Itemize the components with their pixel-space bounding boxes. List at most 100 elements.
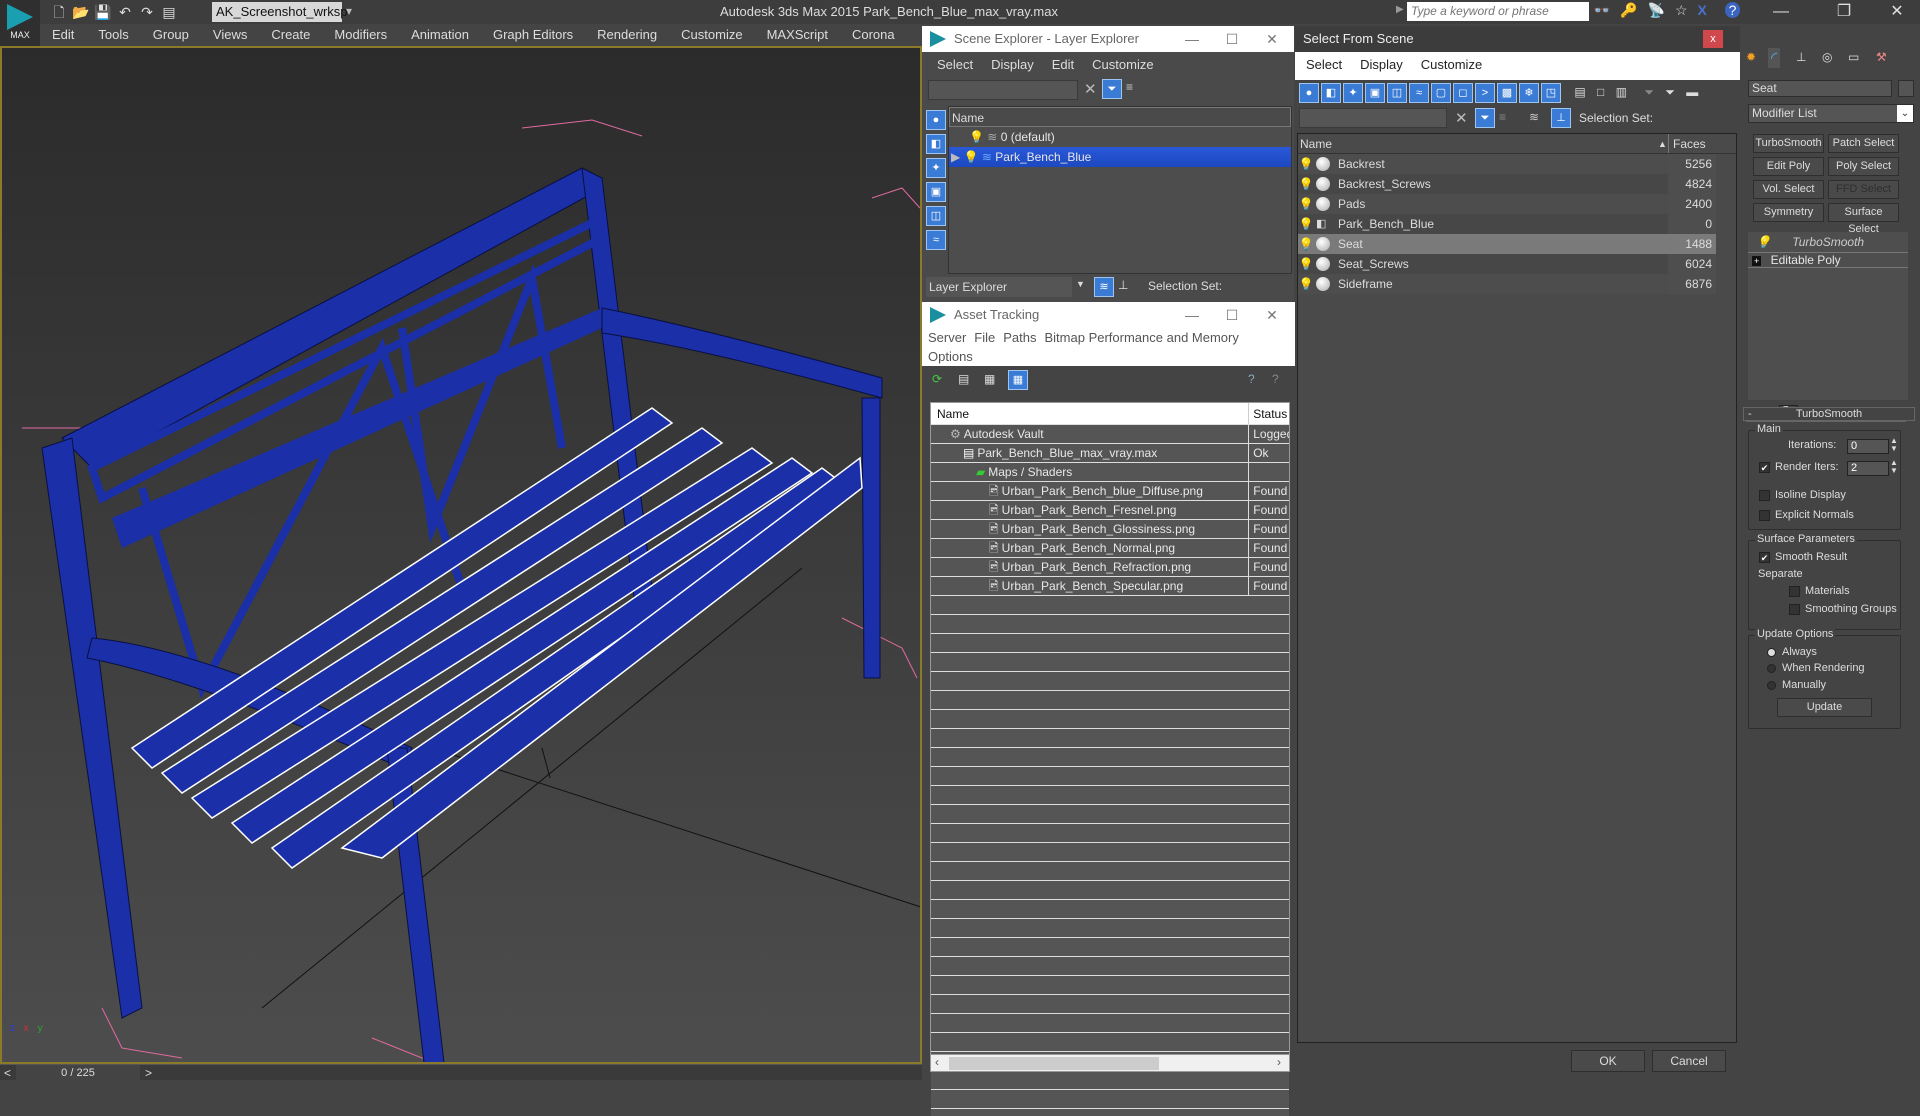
perspective-viewport[interactable]: [+] [Perspective ] [Shaded + Edged Faces…	[0, 46, 922, 1064]
smooth-result-checkbox[interactable]: ✔ Smooth Result	[1759, 551, 1847, 563]
lights-filter-icon[interactable]: ✦	[1343, 83, 1363, 103]
menu-display[interactable]: Display	[982, 52, 1043, 78]
menu-edit[interactable]: Edit	[1043, 52, 1083, 78]
column-header-status[interactable]: Status	[1249, 403, 1289, 424]
cameras-filter-icon[interactable]: ▣	[1365, 83, 1385, 103]
help-icon[interactable]: ?	[1272, 372, 1279, 386]
maximize-button[interactable]: ☐	[1212, 26, 1252, 52]
app-menu-button[interactable]: MAX	[0, 0, 40, 46]
visibility-bulb-icon[interactable]: 💡	[1298, 194, 1314, 214]
menu-display[interactable]: Display	[1351, 52, 1412, 78]
list-view-icon[interactable]: ▤	[958, 372, 969, 386]
frozen-filter-icon[interactable]: ❄	[1519, 83, 1539, 103]
geometry-filter-icon[interactable]: ●	[926, 110, 946, 130]
iterations-spinner[interactable]: 0	[1847, 439, 1889, 454]
layer-row[interactable]: 💡 ≋ 0 (default)	[949, 127, 1291, 147]
menu-customize[interactable]: Customize	[669, 24, 754, 46]
object-row[interactable]: 💡 Pads 2400	[1298, 194, 1736, 214]
open-file-icon[interactable]: 📂	[72, 3, 90, 21]
shapes-filter-icon[interactable]: ◧	[1321, 83, 1341, 103]
menu-maxscript[interactable]: MAXScript	[755, 24, 840, 46]
asset-row[interactable]: 🖻 Urban_Park_Bench_Glossiness.png Found	[931, 520, 1289, 539]
select-invert-icon[interactable]: ▥	[1616, 85, 1627, 99]
visibility-bulb-icon[interactable]: 💡	[969, 130, 984, 144]
motion-tab-icon[interactable]: ◎	[1822, 50, 1832, 64]
menu-select[interactable]: Select	[1297, 52, 1351, 78]
spacewarps-filter-icon[interactable]: ≈	[926, 230, 946, 250]
scroll-left-icon[interactable]: ‹	[935, 1055, 939, 1069]
utilities-tab-icon[interactable]: ⚒	[1876, 50, 1887, 64]
new-file-icon[interactable]: 🗋	[50, 3, 68, 21]
prev-frame-button[interactable]: <	[4, 1065, 11, 1081]
select-from-scene-title-bar[interactable]: Select From Scene	[1295, 26, 1740, 52]
visibility-bulb-icon[interactable]: 💡	[1298, 234, 1314, 254]
minimize-button[interactable]: —	[1758, 0, 1804, 24]
filter-icon[interactable]: ⏷	[1102, 79, 1122, 99]
asset-row[interactable]: ▰ Maps / Shaders	[931, 463, 1289, 482]
minimize-button[interactable]: —	[1172, 302, 1212, 328]
expand-search-icon[interactable]: ▶	[1396, 4, 1404, 15]
modifier-list-dropdown[interactable]: Modifier List ⌄	[1748, 104, 1914, 123]
helpers-filter-icon[interactable]: ◫	[1387, 83, 1407, 103]
visibility-bulb-icon[interactable]: 💡	[1298, 254, 1314, 274]
asset-row[interactable]: ▤ Park_Bench_Blue_max_vray.max Ok	[931, 444, 1289, 463]
visibility-bulb-icon[interactable]: 💡	[1298, 214, 1314, 234]
xrefs-filter-icon[interactable]: ◻	[1453, 83, 1473, 103]
customize-qa-icon[interactable]: ▾	[346, 4, 352, 18]
explicit-normals-checkbox[interactable]: Explicit Normals	[1759, 509, 1854, 521]
column-header-faces[interactable]: Faces	[1668, 134, 1716, 153]
object-row[interactable]: 💡 Seat 1488	[1298, 234, 1736, 254]
menu-create[interactable]: Create	[259, 24, 322, 46]
menu-animation[interactable]: Animation	[399, 24, 481, 46]
containers-filter-icon[interactable]: ▩	[1497, 83, 1517, 103]
surface-select-button[interactable]: Surface Select	[1828, 203, 1899, 235]
vol-select-button[interactable]: Vol. Select	[1753, 180, 1824, 199]
asset-row[interactable]: 🖻 Urban_Park_Bench_Specular.png Found	[931, 577, 1289, 596]
scroll-right-icon[interactable]: ›	[1277, 1055, 1281, 1069]
column-header-name[interactable]: Name	[931, 403, 1250, 424]
redo-icon[interactable]: ↷	[138, 3, 156, 21]
always-radio[interactable]: Always	[1767, 646, 1817, 658]
find-input[interactable]	[1299, 108, 1447, 128]
menu-group[interactable]: Group	[141, 24, 201, 46]
sort-by-layer-icon[interactable]: ≋	[1094, 277, 1114, 297]
table-view-icon[interactable]: ▦	[1008, 370, 1028, 390]
clear-find-icon[interactable]: ✕	[1455, 109, 1468, 127]
isoline-display-checkbox[interactable]: Isoline Display	[1759, 489, 1846, 501]
hierarchy-icon[interactable]: ⊥	[1551, 108, 1571, 128]
geometry-filter-icon[interactable]: ●	[1299, 83, 1319, 103]
time-slider-thumb[interactable]: 0 / 225	[16, 1065, 140, 1081]
object-row[interactable]: 💡 Seat_Screws 6024	[1298, 254, 1736, 274]
close-app-button[interactable]: ✕	[1874, 0, 1920, 24]
filter-options-icon[interactable]: ⏷	[1665, 85, 1675, 99]
sort-by-layer-icon[interactable]: ≋	[1529, 110, 1539, 124]
ok-button[interactable]: OK	[1571, 1050, 1645, 1072]
layer-options-icon[interactable]: ≡	[1499, 110, 1506, 124]
workspace-dropdown[interactable]: AK_Screenshot_wrksp ▾	[212, 2, 348, 39]
select-all-icon[interactable]: ▤	[1574, 85, 1585, 99]
smoothing-groups-checkbox[interactable]: Smoothing Groups	[1789, 603, 1897, 615]
close-button[interactable]: ✕	[1252, 302, 1292, 328]
modify-tab-icon[interactable]: ◜	[1768, 48, 1781, 68]
symmetry-button[interactable]: Symmetry	[1753, 203, 1824, 222]
restore-button[interactable]: ❐	[1824, 0, 1864, 24]
object-row[interactable]: 💡 ◧ Park_Bench_Blue 0	[1298, 214, 1736, 234]
materials-checkbox[interactable]: Materials	[1789, 585, 1850, 597]
save-icon[interactable]: 💾	[94, 3, 112, 21]
project-icon[interactable]: ▤	[160, 3, 178, 21]
shapes-filter-icon[interactable]: ◧	[926, 134, 946, 154]
asset-row[interactable]: 🖻 Urban_Park_Bench_Refraction.png Found	[931, 558, 1289, 577]
find-input[interactable]	[928, 80, 1078, 100]
ffd-select-button[interactable]: FFD Select	[1828, 180, 1899, 199]
visibility-bulb-icon[interactable]: 💡	[1298, 174, 1314, 194]
object-row[interactable]: 💡 Sideframe 6876	[1298, 274, 1736, 294]
time-slider[interactable]: < 0 / 225 >	[0, 1064, 922, 1081]
cancel-button[interactable]: Cancel	[1652, 1050, 1726, 1072]
visibility-bulb-icon[interactable]: 💡	[1298, 154, 1314, 174]
cameras-filter-icon[interactable]: ▣	[926, 182, 946, 202]
turbosmooth-rollout-header[interactable]: - TurboSmooth	[1743, 407, 1915, 421]
display-tab-icon[interactable]: ▭	[1848, 50, 1859, 64]
hierarchy-tab-icon[interactable]: ⊥	[1796, 50, 1806, 64]
menu-options[interactable]: Options	[924, 347, 977, 366]
exchange-icon[interactable]: X	[1697, 2, 1706, 18]
